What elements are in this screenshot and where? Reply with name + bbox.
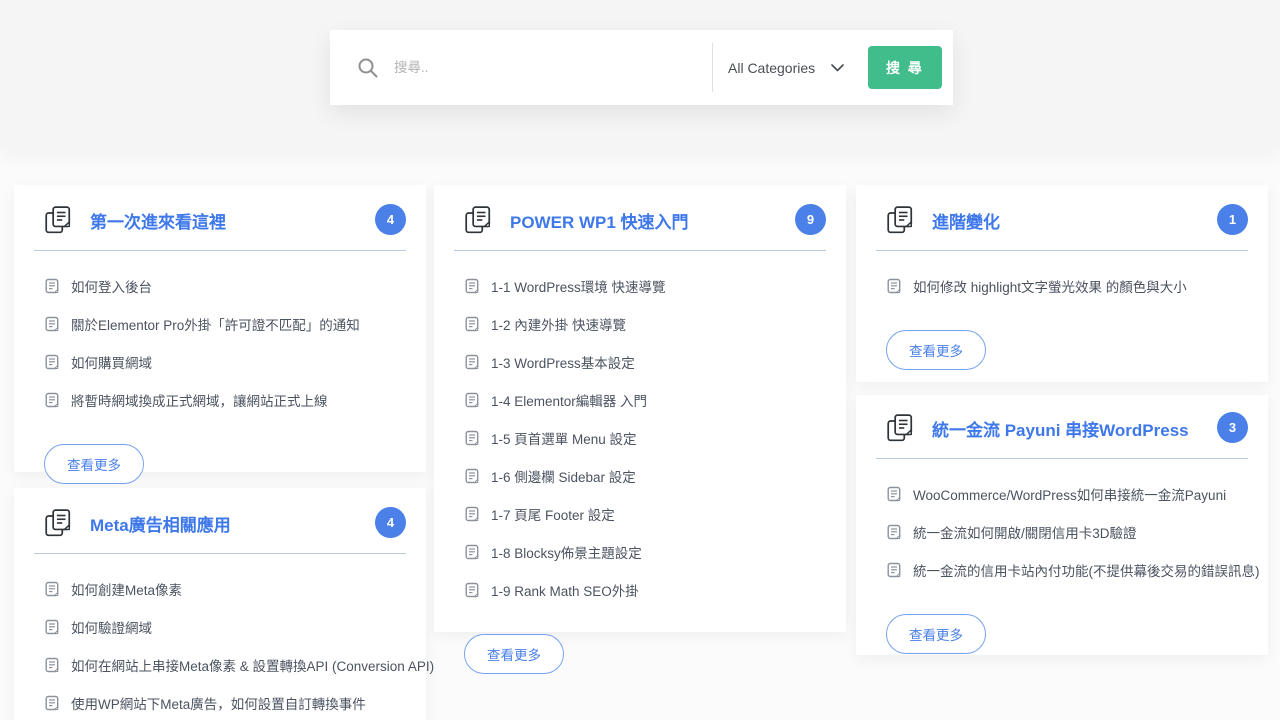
chevron-down-icon: [831, 64, 844, 72]
documents-icon: [886, 413, 914, 443]
documents-icon: [464, 205, 492, 235]
article-link[interactable]: 將暫時網域換成正式網域，讓網站正式上線: [44, 390, 406, 410]
card-title[interactable]: Meta廣告相關應用: [90, 511, 231, 536]
article-list: 如何創建Meta像素 如何驗證網域 如何在網站上串接Meta像素 & 設置轉換A…: [34, 579, 406, 713]
hero-section: All Categories 搜 尋: [0, 0, 1280, 148]
article-list: 如何修改 highlight文字螢光效果 的顏色與大小: [876, 276, 1248, 296]
card-title[interactable]: POWER WP1 快速入門: [510, 208, 689, 233]
article-link[interactable]: 1-2 內建外掛 快速導覽: [464, 314, 826, 334]
document-icon: [464, 392, 480, 408]
documents-icon: [44, 205, 72, 235]
card-header: 統一金流 Payuni 串接WordPress 3: [876, 413, 1248, 443]
article-link[interactable]: 如何購買網域: [44, 352, 406, 372]
document-icon: [44, 619, 60, 635]
view-more-button[interactable]: 查看更多: [886, 614, 986, 654]
article-link[interactable]: 統一金流的信用卡站內付功能(不提供幕後交易的錯誤訊息): [886, 560, 1248, 580]
view-more-button[interactable]: 查看更多: [464, 634, 564, 674]
view-more-button[interactable]: 查看更多: [886, 330, 986, 370]
document-icon: [44, 316, 60, 332]
category-dropdown-label: All Categories: [728, 60, 815, 76]
header-divider: [876, 250, 1248, 251]
document-icon: [464, 468, 480, 484]
header-divider: [876, 458, 1248, 459]
header-divider: [34, 250, 406, 251]
document-icon: [464, 430, 480, 446]
category-card-advanced: 進階變化 1 如何修改 highlight文字螢光效果 的顏色與大小 查看更多: [856, 185, 1268, 382]
article-link[interactable]: 關於Elementor Pro外掛「許可證不匹配」的通知: [44, 314, 406, 334]
article-link[interactable]: 1-3 WordPress基本設定: [464, 352, 826, 372]
article-link[interactable]: 使用WP網站下Meta廣告，如何設置自訂轉換事件: [44, 693, 406, 713]
article-link[interactable]: 1-9 Rank Math SEO外掛: [464, 580, 826, 600]
article-link[interactable]: 統一金流如何開啟/關閉信用卡3D驗證: [886, 522, 1248, 542]
card-header: POWER WP1 快速入門 9: [454, 205, 826, 235]
article-link[interactable]: 如何登入後台: [44, 276, 406, 296]
category-card-meta-ads: Meta廣告相關應用 4 如何創建Meta像素 如何驗證網域 如何在網站上串接M…: [14, 488, 426, 720]
document-icon: [464, 506, 480, 522]
article-list: 1-1 WordPress環境 快速導覽 1-2 內建外掛 快速導覽 1-3 W…: [454, 276, 826, 600]
document-icon: [464, 278, 480, 294]
article-link[interactable]: 如何修改 highlight文字螢光效果 的顏色與大小: [886, 276, 1248, 296]
document-icon: [464, 544, 480, 560]
article-link[interactable]: 如何創建Meta像素: [44, 579, 406, 599]
article-link[interactable]: WooCommerce/WordPress如何串接統一金流Payuni: [886, 484, 1248, 504]
article-link[interactable]: 如何在網站上串接Meta像素 & 設置轉換API (Conversion API…: [44, 655, 406, 675]
document-icon: [464, 316, 480, 332]
category-dropdown[interactable]: All Categories: [728, 30, 868, 105]
article-list: WooCommerce/WordPress如何串接統一金流Payuni 統一金流…: [876, 484, 1248, 580]
count-badge: 4: [375, 204, 406, 235]
document-icon: [44, 695, 60, 711]
category-card-payuni: 統一金流 Payuni 串接WordPress 3 WooCommerce/Wo…: [856, 395, 1268, 655]
article-link[interactable]: 如何驗證網域: [44, 617, 406, 637]
search-divider: [712, 43, 713, 92]
article-link[interactable]: 1-6 側邊欄 Sidebar 設定: [464, 466, 826, 486]
article-link[interactable]: 1-7 頁尾 Footer 設定: [464, 504, 826, 524]
article-link[interactable]: 1-5 頁首選單 Menu 設定: [464, 428, 826, 448]
view-more-button[interactable]: 查看更多: [44, 444, 144, 484]
document-icon: [44, 657, 60, 673]
article-link[interactable]: 1-4 Elementor編輯器 入門: [464, 390, 826, 410]
card-header: 進階變化 1: [876, 205, 1248, 235]
document-icon: [464, 354, 480, 370]
document-icon: [886, 486, 902, 502]
documents-icon: [44, 508, 72, 538]
search-button[interactable]: 搜 尋: [868, 46, 942, 89]
card-header: Meta廣告相關應用 4: [34, 508, 406, 538]
count-badge: 4: [375, 507, 406, 538]
search-icon: [356, 56, 380, 80]
card-title[interactable]: 統一金流 Payuni 串接WordPress: [932, 416, 1189, 441]
card-title[interactable]: 第一次進來看這裡: [90, 208, 226, 233]
header-divider: [454, 250, 826, 251]
search-bar: All Categories 搜 尋: [330, 30, 953, 105]
card-header: 第一次進來看這裡 4: [34, 205, 406, 235]
header-divider: [34, 553, 406, 554]
document-icon: [44, 278, 60, 294]
document-icon: [886, 278, 902, 294]
documents-icon: [886, 205, 914, 235]
document-icon: [886, 562, 902, 578]
document-icon: [44, 581, 60, 597]
article-link[interactable]: 1-8 Blocksy佈景主題設定: [464, 542, 826, 562]
category-card-power-wp1: POWER WP1 快速入門 9 1-1 WordPress環境 快速導覽 1-…: [434, 185, 846, 632]
count-badge: 3: [1217, 412, 1248, 443]
count-badge: 1: [1217, 204, 1248, 235]
document-icon: [44, 392, 60, 408]
document-icon: [464, 582, 480, 598]
category-card-first-time: 第一次進來看這裡 4 如何登入後台 關於Elementor Pro外掛「許可證不…: [14, 185, 426, 472]
document-icon: [886, 524, 902, 540]
count-badge: 9: [795, 204, 826, 235]
article-list: 如何登入後台 關於Elementor Pro外掛「許可證不匹配」的通知 如何購買…: [34, 276, 406, 410]
card-title[interactable]: 進階變化: [932, 208, 1000, 233]
article-link[interactable]: 1-1 WordPress環境 快速導覽: [464, 276, 826, 296]
search-input[interactable]: [394, 60, 694, 75]
document-icon: [44, 354, 60, 370]
